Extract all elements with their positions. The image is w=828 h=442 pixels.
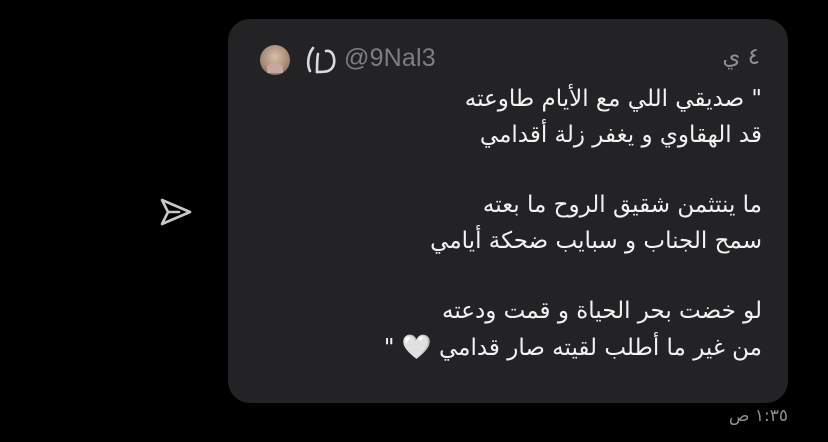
avatar[interactable] (260, 45, 290, 75)
closing-quote: " (383, 335, 395, 361)
poem-last-line: من غير ما أطلب لقيته صار قدامي 🤍 " (262, 329, 762, 366)
poem-line-text: من غير ما أطلب لقيته صار قدامي (438, 335, 762, 361)
poem-stanza-1: " صديقي اللي مع الأيام طاوعته قد الهقاوي… (262, 81, 762, 153)
shared-post-bubble[interactable]: @9Nal3 ٤ ي " صديقي اللي مع الأيام طاوعته… (228, 19, 788, 403)
white-heart-icon: 🤍 (401, 333, 432, 361)
post-time-ago: ٤ ي (722, 44, 760, 70)
share-button[interactable] (156, 192, 196, 232)
message-timestamp: ١:٣٥ ص (728, 406, 788, 426)
chat-screen: @9Nal3 ٤ ي " صديقي اللي مع الأيام طاوعته… (0, 0, 828, 442)
poem-stanza-2: ما ينتثمن شقيق الروح ما بعته سمح الجناب … (262, 187, 762, 259)
poem-stanza-3: لو خضت بحر الحياة و قمت ودعته من غير ما … (262, 293, 762, 366)
post-body: " صديقي اللي مع الأيام طاوعته قد الهقاوي… (262, 81, 762, 366)
poem-line: قد الهقاوي و يغفر زلة أقدامي (479, 122, 762, 148)
post-author-handle[interactable]: @9Nal3 (344, 44, 436, 73)
poem-line: " صديقي اللي مع الأيام طاوعته (464, 86, 762, 112)
send-arrow-icon (160, 198, 192, 226)
poem-line: ما ينتثمن شقيق الروح ما بعته (482, 192, 762, 218)
poem-line: سمح الجناب و سبايب ضحكة أيامي (430, 228, 762, 254)
poem-line: لو خضت بحر الحياة و قمت ودعته (441, 298, 762, 324)
verified-badge-icon (306, 46, 336, 74)
post-header: @9Nal3 ٤ ي (260, 43, 762, 79)
